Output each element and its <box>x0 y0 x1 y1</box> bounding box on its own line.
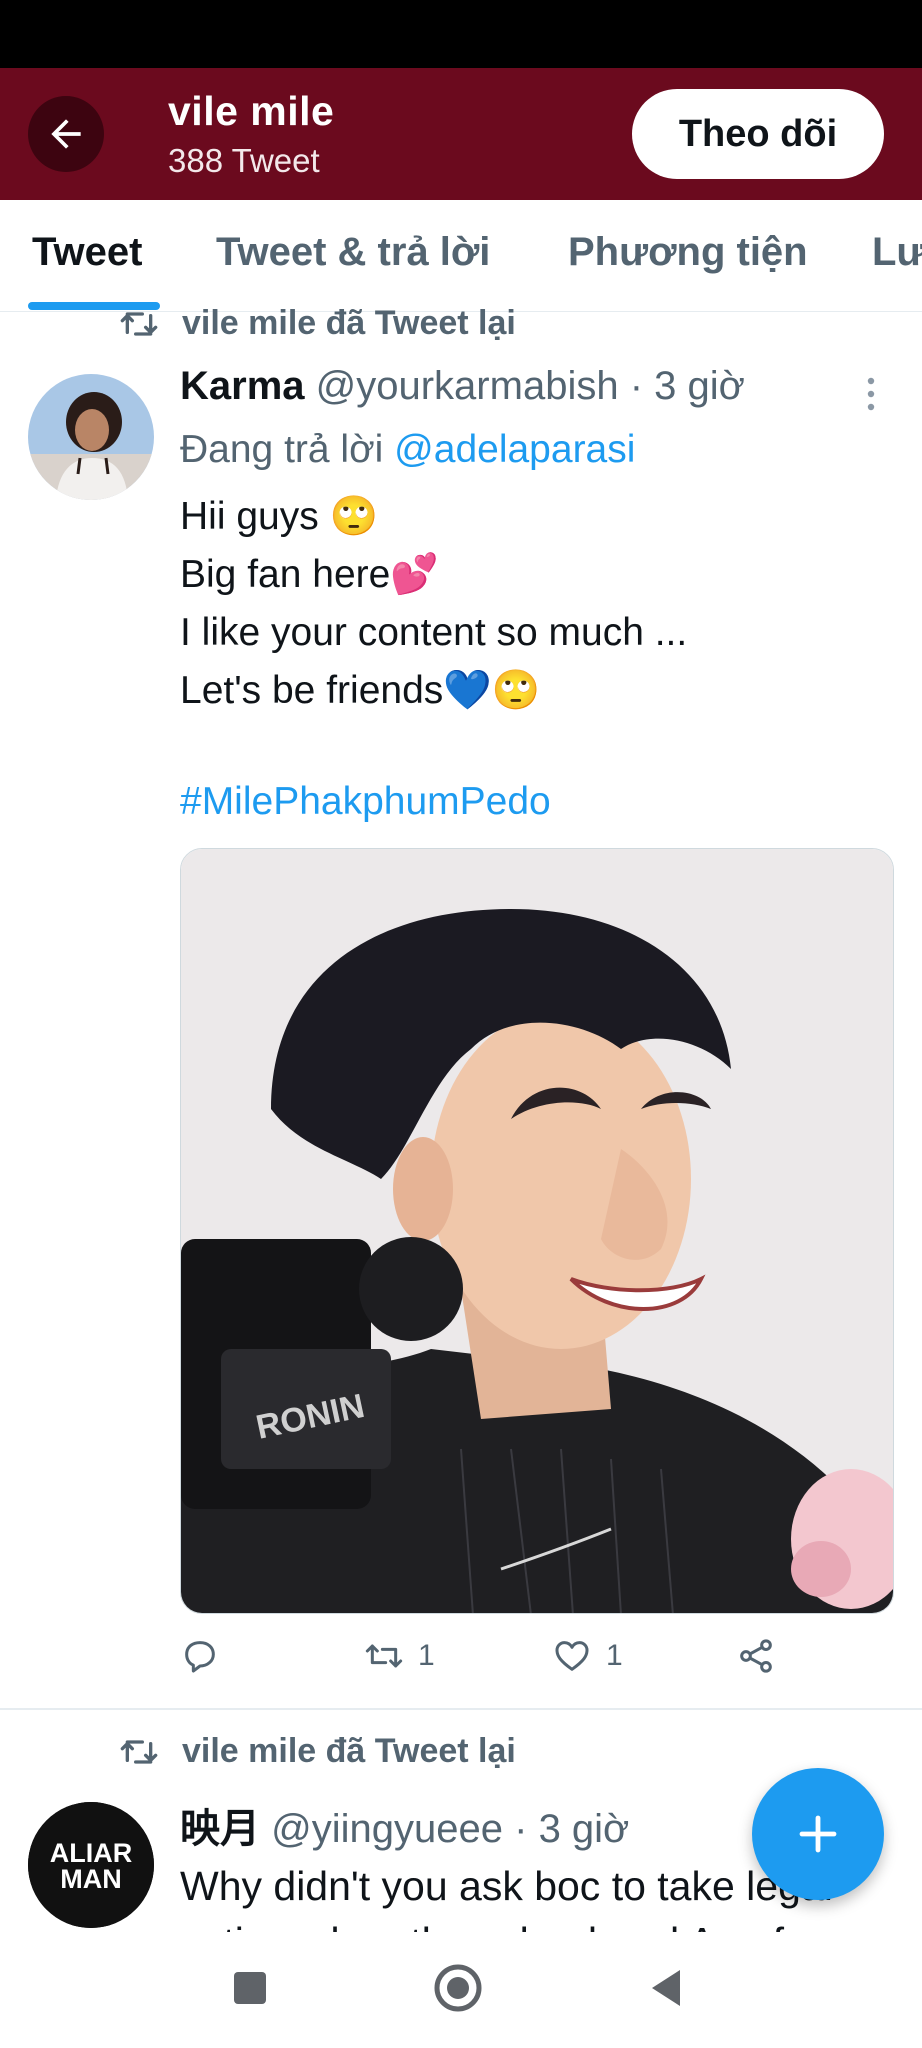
tweet-line: Hii guys 🙄 <box>180 495 379 538</box>
tab-likes[interactable]: Lượt thích <box>872 230 922 275</box>
retweet-context-label: vile mile đã Tweet lại <box>182 1732 516 1770</box>
profile-header: vile mile 388 Tweet Theo dõi <box>0 68 922 200</box>
share-button[interactable] <box>736 1636 790 1676</box>
plus-icon <box>799 1815 837 1853</box>
retweet-icon <box>365 1644 403 1668</box>
retweet-count: 1 <box>418 1639 435 1672</box>
author-name[interactable]: Karma <box>180 364 305 408</box>
home-button[interactable] <box>428 1958 488 2018</box>
recents-button[interactable] <box>220 1958 280 2018</box>
meta-separator: · <box>514 1807 528 1851</box>
avatar-logo-text: MAN <box>60 1864 122 1894</box>
reply-prefix: Đang trả lời <box>180 428 384 471</box>
tweet-header: 映月 @yiingyueee · 3 giờ <box>180 1796 629 1854</box>
share-icon <box>740 1639 772 1673</box>
tweet-line: Let's be friends💙🙄 <box>180 669 541 712</box>
avatar[interactable]: ALIAR MAN <box>28 1802 154 1928</box>
tweet-count: 388 Tweet <box>168 142 320 179</box>
tab-tweets-and-replies[interactable]: Tweet & trả lời <box>216 230 490 275</box>
avatar[interactable] <box>28 374 154 500</box>
profile-name: vile mile <box>168 88 335 134</box>
system-navigation-bar <box>0 1932 922 2048</box>
retweet-icon <box>120 1739 158 1764</box>
more-vertical-icon[interactable] <box>866 376 876 412</box>
reply-mention-link[interactable]: @adelaparasi <box>394 428 635 471</box>
follow-button[interactable]: Theo dõi <box>632 89 884 179</box>
hashtag-link[interactable]: #MilePhakphumPedo <box>180 780 551 824</box>
author-handle[interactable]: @yiingyueee <box>271 1807 503 1851</box>
tweet-media-image[interactable]: RONIN <box>180 848 894 1614</box>
system-back-button[interactable] <box>636 1958 696 2018</box>
circle-icon <box>434 1964 482 2012</box>
tweet-divider <box>0 1708 922 1710</box>
retweet-context-label: vile mile đã Tweet lại <box>182 304 516 342</box>
reply-icon <box>185 1641 215 1673</box>
tweet-header: Karma @yourkarmabish · 3 giờ <box>180 364 745 409</box>
arrow-left-icon <box>51 119 81 149</box>
author-handle[interactable]: @yourkarmabish <box>316 364 619 408</box>
tweet-line: I like your content so much ... <box>180 611 688 654</box>
reply-button[interactable] <box>180 1636 234 1676</box>
meta-separator: · <box>629 364 644 408</box>
profile-tabs: Tweet Tweet & trả lời Phương tiện Lượt t… <box>0 200 922 312</box>
tweet-line: Big fan here💕 <box>180 553 439 596</box>
triangle-back-icon <box>652 1970 680 2006</box>
retweet-icon <box>120 311 158 336</box>
tab-media[interactable]: Phương tiện <box>568 230 808 275</box>
heart-icon <box>555 1641 589 1671</box>
like-count: 1 <box>606 1639 623 1672</box>
retweet-button[interactable]: 1 <box>364 1636 435 1676</box>
retweet-context: vile mile đã Tweet lại <box>118 1732 516 1771</box>
compose-tweet-button[interactable] <box>752 1768 884 1900</box>
avatar-logo: ALIAR MAN <box>28 1802 154 1928</box>
reply-context: Đang trả lời @adelaparasi <box>180 428 635 472</box>
photo-person: RONIN <box>181 849 893 1613</box>
retweet-context: vile mile đã Tweet lại <box>118 304 516 343</box>
tweet-body: Hii guys 🙄 Big fan here💕 I like your con… <box>180 488 687 720</box>
tab-tweets[interactable]: Tweet <box>32 230 142 275</box>
author-name[interactable]: 映月 <box>180 1807 260 1851</box>
tweet-actions: 1 1 <box>180 1636 894 1686</box>
avatar-image <box>28 374 154 500</box>
like-button[interactable]: 1 <box>552 1636 623 1676</box>
tweet-time: 3 giờ <box>654 364 745 408</box>
back-button[interactable] <box>28 96 104 172</box>
square-icon <box>234 1972 266 2004</box>
status-bar <box>0 0 922 68</box>
tweet-time: 3 giờ <box>538 1807 630 1851</box>
